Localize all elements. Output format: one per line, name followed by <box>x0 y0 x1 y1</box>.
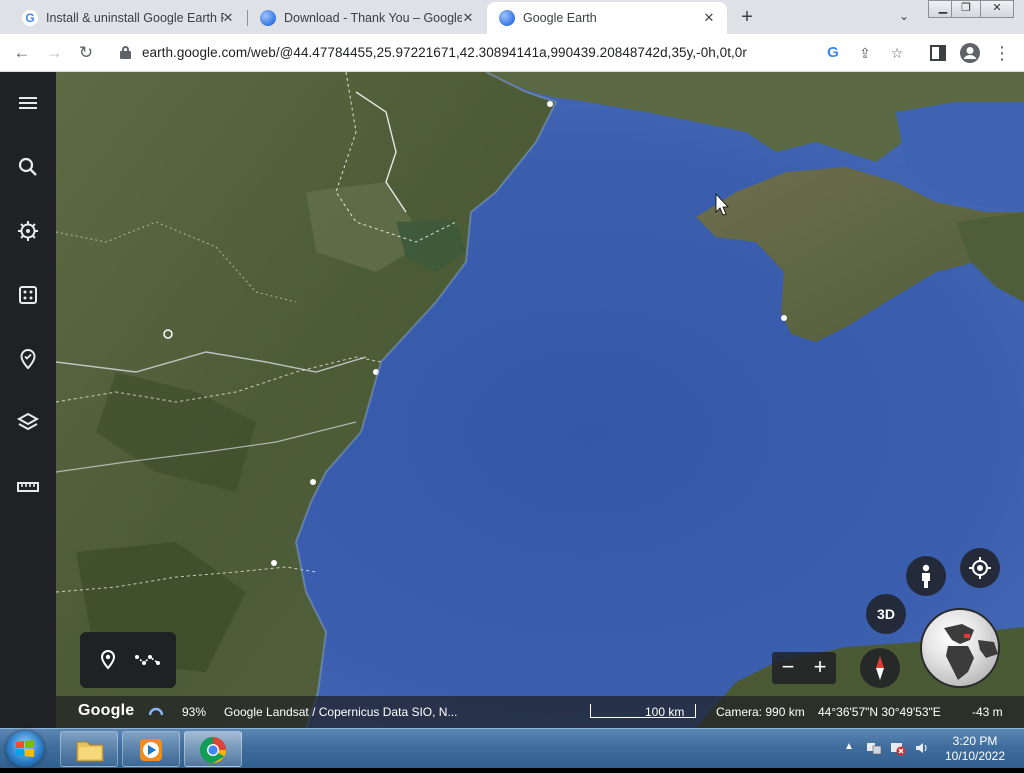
tab-title: Install & uninstall Google Earth P <box>46 11 224 25</box>
back-button[interactable]: ← <box>10 41 34 65</box>
tab-install-google-earth[interactable]: G Install & uninstall Google Earth P ✕ <box>8 2 246 34</box>
toggle-3d-button[interactable]: 3D <box>866 594 906 634</box>
browser-toolbar: ← → ↻ earth.google.com/web/@44.47784455,… <box>0 34 1024 72</box>
compass-button[interactable] <box>860 648 900 688</box>
voyager-icon[interactable] <box>16 219 40 243</box>
address-bar[interactable]: earth.google.com/web/@44.47784455,25.972… <box>110 38 914 68</box>
feeling-lucky-icon[interactable] <box>16 283 40 307</box>
tab-title: Download - Thank You – Google <box>284 11 462 25</box>
zoom-in-button[interactable]: + <box>804 652 836 684</box>
scale-label: 100 km <box>645 705 685 719</box>
close-window-button[interactable]: ✕ <box>980 0 1014 18</box>
show-hidden-icons-icon[interactable]: ▲ <box>844 741 854 752</box>
loading-percent: 93% <box>182 705 207 719</box>
cursor-elevation: -43 m <box>972 705 1003 719</box>
media-player-icon[interactable] <box>122 731 180 767</box>
my-location-button[interactable] <box>960 548 1000 588</box>
menu-icon[interactable] <box>16 91 40 115</box>
clock-date: 10/10/2022 <box>944 749 1006 763</box>
close-tab-icon[interactable]: ✕ <box>701 10 717 26</box>
earth-icon <box>260 10 276 26</box>
earth-status-bar: Google 93% Google Landsat / Copernicus D… <box>56 696 1024 728</box>
google-earth-viewport: 3D − + Google 93% Google Landsat / Coper… <box>0 72 1024 728</box>
draw-path-icon[interactable] <box>134 648 162 672</box>
map-style-icon[interactable] <box>16 411 40 435</box>
google-g-icon: G <box>22 10 38 26</box>
google-lens-icon[interactable]: G <box>822 42 844 64</box>
new-tab-button[interactable]: + <box>736 6 758 28</box>
earth-icon <box>499 10 515 26</box>
camera-altitude: Camera: 990 km <box>716 705 805 719</box>
file-explorer-icon[interactable] <box>60 731 118 767</box>
tab-search-chevron-icon[interactable]: ⌄ <box>895 9 913 25</box>
lock-icon[interactable] <box>120 46 131 59</box>
url-text[interactable]: earth.google.com/web/@44.47784455,25.972… <box>142 45 747 60</box>
loading-spinner-icon <box>148 703 164 722</box>
tab-title: Google Earth <box>523 11 597 25</box>
google-logo: Google <box>78 702 135 719</box>
windows-taskbar: ▲ 3:20 PM 10/10/2022 <box>0 728 1024 768</box>
tab-strip: G Install & uninstall Google Earth P ✕ D… <box>0 0 1024 34</box>
side-panel-icon[interactable] <box>926 41 950 65</box>
earth-sidebar <box>0 72 56 728</box>
measure-icon[interactable] <box>16 475 40 499</box>
profile-avatar-icon[interactable] <box>958 41 982 65</box>
mini-globe[interactable] <box>920 608 1000 688</box>
action-center-icon[interactable] <box>866 740 882 759</box>
bookmark-star-icon[interactable]: ☆ <box>886 42 908 64</box>
chrome-icon[interactable] <box>184 731 242 767</box>
add-placemark-icon[interactable] <box>96 648 120 672</box>
zoom-out-button[interactable]: − <box>772 652 804 684</box>
zoom-controls: − + <box>772 652 836 684</box>
start-button[interactable] <box>6 731 44 767</box>
clock-time: 3:20 PM <box>952 734 998 748</box>
close-tab-icon[interactable]: ✕ <box>220 10 236 26</box>
tab-google-earth[interactable]: Google Earth ✕ <box>487 2 727 34</box>
restore-button[interactable]: ❐ <box>951 0 981 18</box>
attribution-text[interactable]: Google Landsat / Copernicus Data SIO, N.… <box>224 705 457 719</box>
cursor-coordinates: 44°36'57"N 30°49'53"E <box>818 705 941 719</box>
forward-button[interactable]: → <box>42 41 66 65</box>
street-view-pegman-button[interactable] <box>906 556 946 596</box>
volume-icon[interactable] <box>914 740 930 759</box>
reload-button[interactable]: ↻ <box>74 41 98 65</box>
taskbar-clock[interactable]: 3:20 PM 10/10/2022 <box>936 734 1014 764</box>
share-icon[interactable]: ⇪ <box>854 42 876 64</box>
search-icon[interactable] <box>16 155 40 179</box>
projects-icon[interactable] <box>16 347 40 371</box>
network-disconnected-icon[interactable] <box>890 740 906 759</box>
chrome-menu-icon[interactable]: ⋮ <box>990 41 1014 65</box>
drawing-tools-panel <box>80 632 176 688</box>
tab-download-thank-you[interactable]: Download - Thank You – Google ✕ <box>248 2 486 34</box>
close-tab-icon[interactable]: ✕ <box>460 10 476 26</box>
satellite-map[interactable]: 3D − + <box>56 72 1024 728</box>
